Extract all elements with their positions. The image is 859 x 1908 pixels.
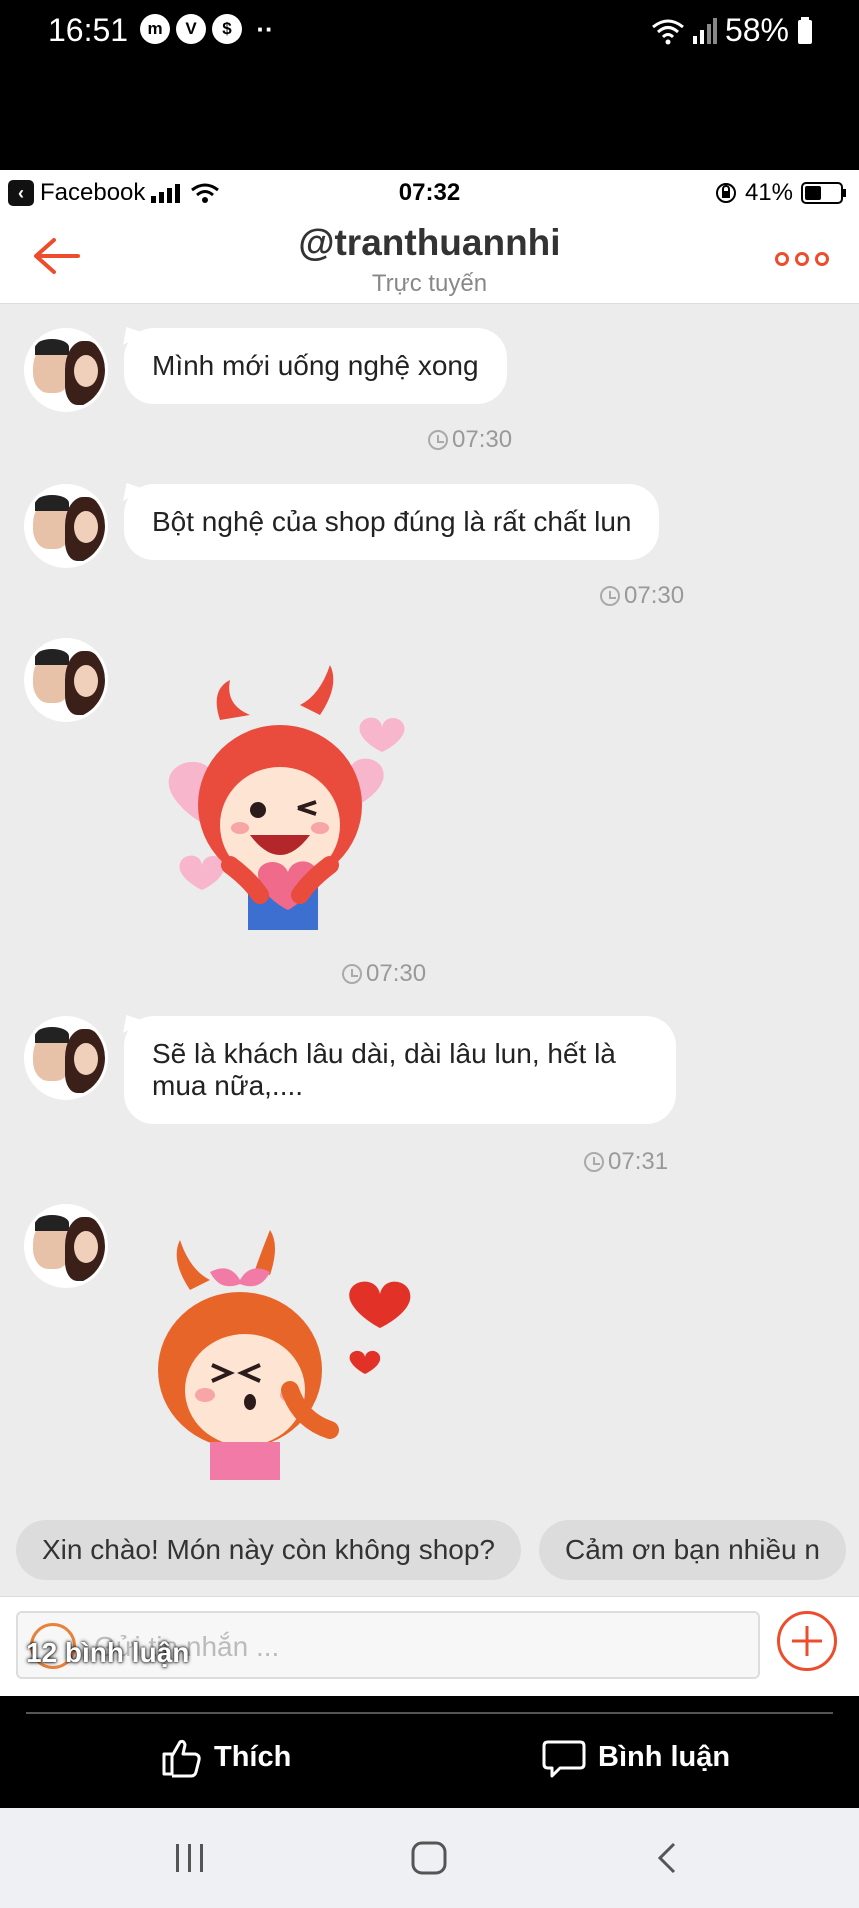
- quick-reply-chip[interactable]: Xin chào! Món này còn không shop?: [16, 1520, 521, 1580]
- like-button[interactable]: Thích: [160, 1736, 291, 1778]
- battery-percent: 58%: [724, 12, 789, 48]
- ios-status-right: 41%: [715, 179, 847, 207]
- android-nav-bar: [0, 1808, 859, 1908]
- clock-icon: [584, 1152, 604, 1172]
- comment-button[interactable]: Bình luận: [542, 1736, 730, 1778]
- back-nav-icon[interactable]: [654, 1840, 682, 1876]
- online-status: Trực tuyến: [371, 270, 488, 297]
- ios-status-bar: ‹ Facebook 07:32 41%: [0, 170, 859, 216]
- facebook-action-bar: Thích Bình luận: [0, 1696, 859, 1808]
- avatar[interactable]: [24, 1016, 108, 1100]
- comment-icon: [542, 1740, 586, 1778]
- rotation-lock-icon: [715, 183, 736, 203]
- message-text: Sẽ là khách lâu dài, dài lâu lun, hết là…: [152, 1038, 616, 1102]
- shared-screenshot: ‹ Facebook 07:32 41% @tranthuannhi Trực …: [0, 170, 859, 1696]
- battery-icon: [798, 16, 812, 44]
- message-bubble[interactable]: Sẽ là khách lâu dài, dài lâu lun, hết là…: [124, 1016, 676, 1125]
- avatar[interactable]: [24, 638, 108, 722]
- signal-icon: [692, 17, 717, 44]
- clock-icon: [600, 586, 620, 606]
- status-right: 58%: [651, 12, 813, 49]
- orange-character-sticker[interactable]: [150, 1230, 420, 1480]
- ios-battery-percent: 41%: [744, 179, 793, 206]
- message-time: 07:30: [428, 426, 512, 454]
- notification-icons: m V $ ··: [140, 14, 282, 44]
- quick-reply-chip[interactable]: Cảm ơn bạn nhiều n: [538, 1520, 846, 1580]
- message-time: 07:30: [600, 582, 684, 610]
- chat-header: @tranthuannhi Trực tuyến: [0, 216, 859, 304]
- messenger-icon: m: [140, 14, 170, 44]
- more-icon[interactable]: [775, 252, 829, 266]
- recent-apps-icon[interactable]: [172, 1840, 208, 1876]
- plus-icon[interactable]: [777, 1611, 837, 1671]
- message-time: 07:30: [342, 960, 426, 988]
- comments-count[interactable]: 12 bình luận: [26, 1637, 189, 1669]
- divider: [26, 1712, 833, 1714]
- avatar[interactable]: [24, 328, 108, 412]
- message-text: Mình mới uống nghệ xong: [152, 350, 479, 381]
- ios-battery-icon: [801, 182, 846, 204]
- message-time: 07:31: [584, 1148, 668, 1176]
- clock-icon: [428, 430, 448, 450]
- clock-icon: [342, 964, 362, 984]
- status-time: 16:51: [48, 12, 129, 48]
- vivaldi-icon: V: [176, 14, 206, 44]
- red-character-sticker[interactable]: [150, 660, 420, 930]
- like-icon: [162, 1739, 201, 1778]
- more-notifications-icon: ··: [256, 13, 274, 44]
- like-label: Thích: [214, 1740, 292, 1773]
- comment-label: Bình luận: [598, 1740, 731, 1773]
- chat-title[interactable]: @tranthuannhi: [0, 222, 859, 264]
- message-text: Bột nghệ của shop đúng là rất chất lun: [152, 506, 632, 537]
- android-status-bar: 16:51 m V $ ·· 58%: [0, 0, 859, 170]
- quick-replies: Xin chào! Món này còn không shop? Cảm ơn…: [16, 1520, 846, 1580]
- avatar[interactable]: [24, 1204, 108, 1288]
- message-bubble[interactable]: Mình mới uống nghệ xong: [124, 328, 507, 405]
- avatar[interactable]: [24, 484, 108, 568]
- home-icon[interactable]: [410, 1840, 448, 1876]
- message-bubble[interactable]: Bột nghệ của shop đúng là rất chất lun: [124, 484, 660, 561]
- wifi-icon: [652, 19, 684, 44]
- shopee-pay-icon: $: [212, 14, 242, 44]
